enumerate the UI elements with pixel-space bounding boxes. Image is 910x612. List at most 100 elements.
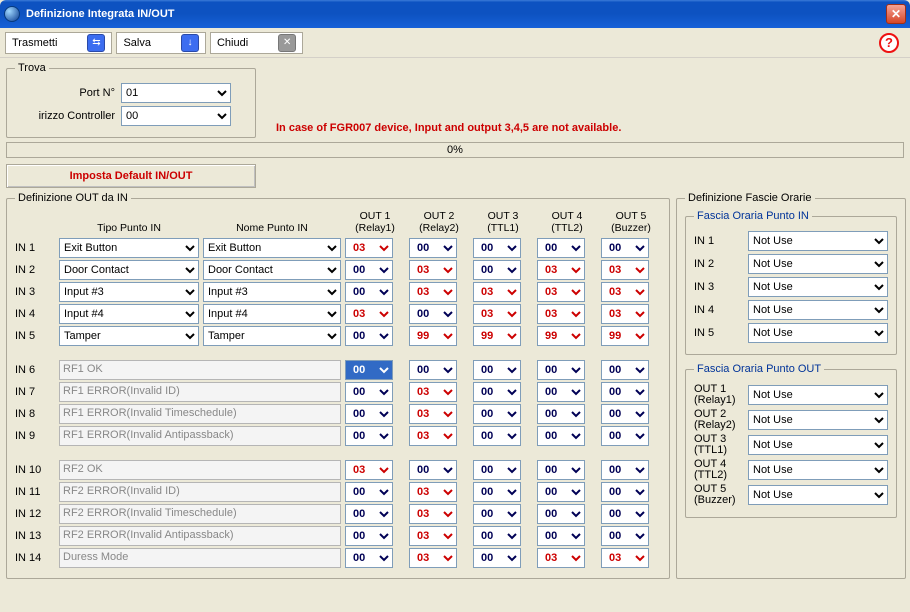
out-value-select[interactable]: 99 [409, 326, 457, 346]
fascia-out-select[interactable]: Not Use [748, 435, 888, 455]
out-value-select[interactable]: 00 [601, 382, 649, 402]
out-value-select[interactable]: 03 [601, 282, 649, 302]
out-value-select[interactable]: 00 [473, 460, 521, 480]
controller-select[interactable]: 00 [121, 106, 231, 126]
out-value-select[interactable]: 03 [409, 482, 457, 502]
in-type-select[interactable]: Input #3 [59, 282, 199, 302]
out-value-select[interactable]: 00 [537, 404, 585, 424]
out-value-select[interactable]: 00 [345, 426, 393, 446]
out-value-select[interactable]: 00 [345, 482, 393, 502]
fascia-out-select[interactable]: Not Use [748, 410, 888, 430]
fascia-in-select[interactable]: Not Use [748, 231, 888, 251]
in-type-select[interactable]: Input #4 [59, 304, 199, 324]
out-value-select[interactable]: 00 [473, 548, 521, 568]
out-value-select[interactable]: 99 [473, 326, 521, 346]
out-value-select[interactable]: 03 [409, 504, 457, 524]
out-value-select[interactable]: 03 [409, 404, 457, 424]
out-value-select[interactable]: 00 [601, 504, 649, 524]
out-value-select[interactable]: 03 [537, 548, 585, 568]
in-name-select[interactable]: Exit Button [203, 238, 341, 258]
out-value-select[interactable]: 00 [537, 526, 585, 546]
out-value-select[interactable]: 00 [537, 482, 585, 502]
close-window-button[interactable]: ✕ [886, 4, 906, 24]
out-value-select[interactable]: 00 [473, 426, 521, 446]
out-value-select[interactable]: 03 [537, 260, 585, 280]
out-value-select[interactable]: 00 [473, 360, 521, 380]
out-value-select[interactable]: 03 [473, 282, 521, 302]
out-value-select[interactable]: 00 [473, 482, 521, 502]
out-value-select[interactable]: 03 [409, 526, 457, 546]
out-value-select[interactable]: 00 [473, 404, 521, 424]
fascia-out-select[interactable]: Not Use [748, 460, 888, 480]
in-type-select[interactable]: Exit Button [59, 238, 199, 258]
out-value-select[interactable]: 00 [345, 326, 393, 346]
out-value-select[interactable]: 00 [473, 238, 521, 258]
out-value-select[interactable]: 03 [537, 282, 585, 302]
save-button[interactable]: Salva ↓ [116, 32, 206, 54]
port-select[interactable]: 01 [121, 83, 231, 103]
out-value-select[interactable]: 03 [409, 548, 457, 568]
in-name-select[interactable]: Input #4 [203, 304, 341, 324]
out-value-select[interactable]: 00 [345, 382, 393, 402]
out-value-select[interactable]: 00 [537, 426, 585, 446]
in-row: IN 10RF2 OK0300000000 [15, 460, 661, 480]
out-value-select[interactable]: 03 [537, 304, 585, 324]
out-value-select[interactable]: 00 [537, 504, 585, 524]
out-value-select[interactable]: 00 [345, 526, 393, 546]
fascia-in-select[interactable]: Not Use [748, 323, 888, 343]
out-value-select[interactable]: 99 [601, 326, 649, 346]
out-value-select[interactable]: 03 [409, 426, 457, 446]
out-value-select[interactable]: 00 [473, 382, 521, 402]
out-value-select[interactable]: 00 [345, 282, 393, 302]
out-value-select[interactable]: 03 [409, 382, 457, 402]
fascia-out-select[interactable]: Not Use [748, 485, 888, 505]
help-button[interactable]: ? [879, 33, 899, 53]
out-value-select[interactable]: 03 [409, 260, 457, 280]
out-value-select[interactable]: 00 [473, 526, 521, 546]
out-value-select[interactable]: 00 [409, 304, 457, 324]
fascia-in-row: IN 5Not Use [694, 323, 888, 343]
out-value-select[interactable]: 00 [537, 460, 585, 480]
out-value-select[interactable]: 00 [537, 382, 585, 402]
in-type-select[interactable]: Tamper [59, 326, 199, 346]
out-value-select[interactable]: 03 [345, 460, 393, 480]
out-value-select[interactable]: 03 [601, 260, 649, 280]
out-value-select[interactable]: 00 [345, 260, 393, 280]
default-inout-button[interactable]: Imposta Default IN/OUT [6, 164, 256, 188]
close-button[interactable]: Chiudi ✕ [210, 32, 303, 54]
out-value-select[interactable]: 03 [473, 304, 521, 324]
in-name-select[interactable]: Input #3 [203, 282, 341, 302]
out-value-select[interactable]: 03 [345, 304, 393, 324]
out-value-select[interactable]: 00 [601, 360, 649, 380]
out-value-select[interactable]: 03 [601, 304, 649, 324]
out-value-select[interactable]: 00 [601, 404, 649, 424]
out-value-select[interactable]: 00 [345, 504, 393, 524]
out-value-select[interactable]: 00 [601, 426, 649, 446]
out-value-select[interactable]: 00 [473, 260, 521, 280]
out-value-select[interactable]: 03 [601, 548, 649, 568]
out-value-select[interactable]: 00 [601, 482, 649, 502]
fascia-in-select[interactable]: Not Use [748, 300, 888, 320]
out-value-select[interactable]: 00 [409, 238, 457, 258]
fascia-out-select[interactable]: Not Use [748, 385, 888, 405]
out-value-select[interactable]: 03 [345, 238, 393, 258]
out-value-select[interactable]: 00 [473, 504, 521, 524]
out-value-select[interactable]: 99 [537, 326, 585, 346]
out-value-select[interactable]: 03 [409, 282, 457, 302]
in-name-select[interactable]: Door Contact [203, 260, 341, 280]
out-value-select[interactable]: 00 [601, 460, 649, 480]
out-value-select[interactable]: 00 [537, 360, 585, 380]
out-value-select[interactable]: 00 [537, 238, 585, 258]
out-value-select[interactable]: 00 [345, 404, 393, 424]
in-name-select[interactable]: Tamper [203, 326, 341, 346]
out-value-select[interactable]: 00 [409, 360, 457, 380]
out-value-select[interactable]: 00 [345, 548, 393, 568]
out-value-select[interactable]: 00 [345, 360, 393, 380]
out-value-select[interactable]: 00 [409, 460, 457, 480]
fascia-in-select[interactable]: Not Use [748, 254, 888, 274]
out-value-select[interactable]: 00 [601, 526, 649, 546]
fascia-in-select[interactable]: Not Use [748, 277, 888, 297]
out-value-select[interactable]: 00 [601, 238, 649, 258]
transmit-button[interactable]: Trasmetti ⇆ [5, 32, 112, 54]
in-type-select[interactable]: Door Contact [59, 260, 199, 280]
